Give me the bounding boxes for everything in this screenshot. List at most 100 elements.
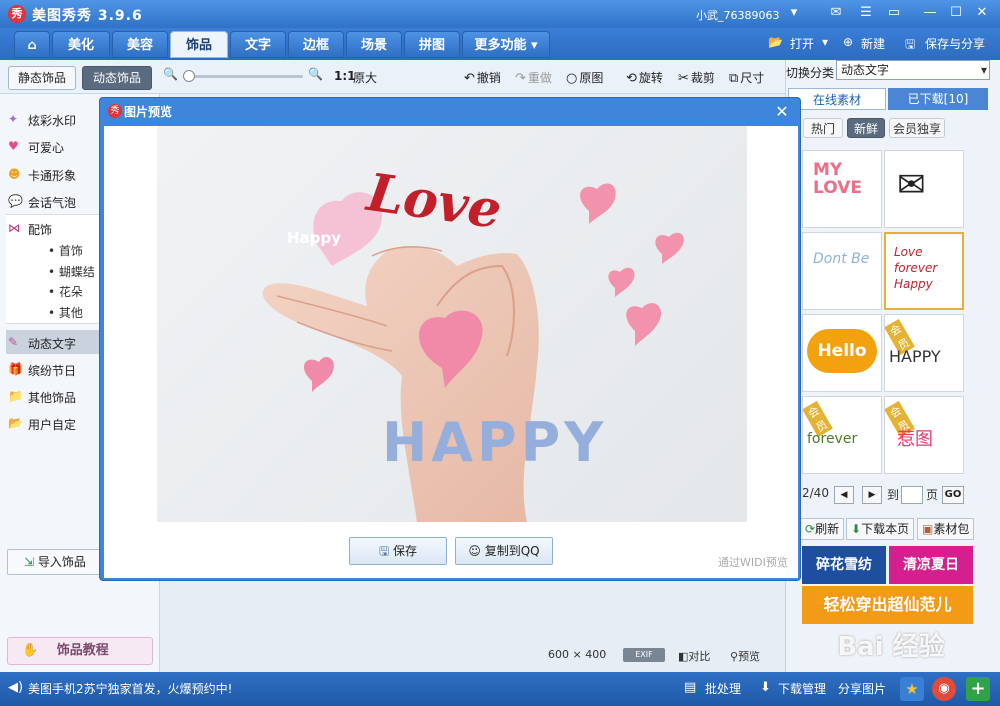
zoom-slider[interactable] [183,70,303,82]
accessory-tutorial-button[interactable]: ✋ 饰品教程 [7,637,153,665]
user-name[interactable]: 小武_76389063 [696,7,780,23]
zoom-in-icon[interactable]: 🔍 [308,67,323,81]
tab-scene[interactable]: 场景 [346,31,402,58]
preview-button[interactable]: ⚲预览 [730,648,760,664]
tab-more[interactable]: 更多功能 ▾ [462,31,550,58]
feedback-icon[interactable]: ✉ [826,4,846,22]
undo-button[interactable]: ↶ 撤销 [464,69,501,86]
exif-button[interactable]: EXIF [623,648,665,662]
material-thumb[interactable]: 会员 forever [802,396,882,474]
open-dropdown-icon[interactable]: ▾ [822,35,828,49]
tab-text[interactable]: 文字 [230,31,286,58]
crop-button[interactable]: ✂ 裁剪 [678,69,715,86]
material-thumb[interactable]: 会员 惹图 [884,396,964,474]
sidebar-item-festival[interactable]: 🎁 缤纷节日 [8,362,76,379]
tab-frame[interactable]: 边框 [288,31,344,58]
category-select[interactable]: 动态文字 ▾ [836,60,990,80]
material-thumb[interactable]: Dont Be [802,232,882,310]
sidebar-item-dynamic-text[interactable]: ✎ 动态文字 [8,335,76,352]
chip-vip[interactable]: 会员独享 [889,118,945,138]
copy-to-qq-button[interactable]: ☺ 复制到QQ [455,537,553,565]
sidebar-item-other-accessories[interactable]: 📁 其他饰品 [8,389,77,406]
material-thumb[interactable]: ✉ [884,150,964,228]
download-icon: ⬇ [851,522,862,536]
size-button[interactable]: ⧉ 尺寸 [729,69,764,86]
dialog-close-icon[interactable]: ✕ [772,102,792,122]
rotate-button[interactable]: ⟲ 旋转 [626,69,663,86]
widi-preview-hint[interactable]: 通过WIDI预览 [718,554,788,570]
static-accessories-tab[interactable]: 静态饰品 [8,66,76,90]
sidebar-item-hearts[interactable]: ♥ 可爱心 [8,139,64,156]
sidebar-item-watermark[interactable]: ✦ 炫彩水印 [8,112,76,129]
qq-icon: ☺ [468,544,481,558]
original-size-button[interactable]: 原大 [353,69,377,86]
redo-button[interactable]: ↷ 重做 [515,69,552,86]
thumb-label: HAPPY [889,347,941,366]
download-manager-button[interactable]: 下载管理 [778,680,826,697]
compare-button[interactable]: ◧对比 [678,648,710,664]
prev-page-button[interactable]: ◀ [834,486,854,504]
sidebar-item-bubble[interactable]: 💬 会话气泡 [8,194,76,211]
news-ticker[interactable]: 美图手机2苏宁独家首发，火爆预约中! [28,680,232,697]
dynamic-accessories-tab[interactable]: 动态饰品 [82,66,152,90]
go-button[interactable]: GO [942,486,964,504]
banner-summer[interactable]: 清凉夏日 [889,546,973,584]
rotate-label: 旋转 [638,71,663,85]
chip-new[interactable]: 新鲜 [847,118,885,138]
minimize-icon[interactable]: — [920,4,940,22]
batch-button[interactable]: 批处理 [705,680,741,697]
tab-online-materials[interactable]: 在线素材 [788,88,886,110]
sidebar-item-cartoon[interactable]: ☻ 卡通形象 [8,167,76,184]
mini-icon[interactable]: ▭ [884,4,904,22]
tab-beauty[interactable]: 美容 [112,31,168,58]
import-icon: ⇲ [24,555,35,569]
save-icon[interactable]: 🖫 [905,35,915,56]
redo-label: 重做 [527,71,552,85]
sidebar-sub-flower[interactable]: • 花朵 [48,283,83,300]
batch-icon[interactable]: ▤ [684,680,696,695]
user-dropdown-icon[interactable]: ▾ [784,4,804,22]
sidebar-sub-jewelry[interactable]: • 首饰 [48,242,83,259]
menu-icon[interactable]: ☰ [856,4,876,22]
sidebar-item-accessory[interactable]: ⋈ 配饰 [8,221,52,238]
sidebar-sub-other[interactable]: • 其他 [48,304,83,321]
star-icon[interactable]: ★ [900,677,924,701]
maximize-icon[interactable]: ☐ [946,4,966,22]
sidebar-sub-bow[interactable]: • 蝴蝶结 [48,263,95,280]
sidebar-item-label: 其他饰品 [28,391,77,405]
new-icon[interactable]: ⊕ [843,35,853,49]
tab-downloaded[interactable]: 已下载[10] [888,88,988,110]
new-button[interactable]: 新建 [861,35,885,52]
home-tab[interactable]: ⌂ [14,31,50,58]
banner-fairy[interactable]: 轻松穿出超仙范儿 [802,586,973,624]
tab-accessories[interactable]: 饰品 [170,31,228,58]
save-button[interactable]: 🖫 保存 [349,537,447,565]
sidebar-item-user-defined[interactable]: 📂 用户自定 [8,416,76,433]
material-thumb[interactable]: 会员 HAPPY [884,314,964,392]
material-thumb-selected[interactable]: Love forever Happy [884,232,964,310]
plus-icon[interactable]: + [966,677,990,701]
next-page-button[interactable]: ▶ [862,486,882,504]
tab-beautify[interactable]: 美化 [52,31,110,58]
compare-icon: ◧ [678,650,689,663]
zoom-slider-knob[interactable] [183,70,195,82]
original-image-button[interactable]: ○ 原图 [566,69,603,86]
zoom-out-icon[interactable]: 🔍 [163,67,178,81]
tab-collage[interactable]: 拼图 [404,31,460,58]
open-button[interactable]: 打开 [790,35,814,52]
share-image-button[interactable]: 分享图片 [838,680,886,697]
page-input[interactable] [901,486,923,504]
bottom-bar: ◀) 美图手机2苏宁独家首发，火爆预约中! ▤ 批处理 ⬇ 下载管理 分享图片 … [0,672,1000,706]
close-icon[interactable]: ✕ [972,4,992,22]
download-manager-icon[interactable]: ⬇ [760,680,771,695]
material-thumb[interactable]: MY LOVE [802,150,882,228]
download-page-button[interactable]: ⬇下载本页 [846,518,915,540]
save-share-button[interactable]: 保存与分享 [925,35,985,52]
material-pack-button[interactable]: ▣素材包 [917,518,975,540]
open-folder-icon[interactable]: 📂 [768,35,783,49]
weibo-icon[interactable]: ◉ [932,677,956,701]
banner-floral[interactable]: 碎花雪纺 [802,546,886,584]
refresh-button[interactable]: ⟳刷新 [800,518,845,540]
material-thumb[interactable]: Hello [802,314,882,392]
chip-hot[interactable]: 热门 [803,118,843,138]
